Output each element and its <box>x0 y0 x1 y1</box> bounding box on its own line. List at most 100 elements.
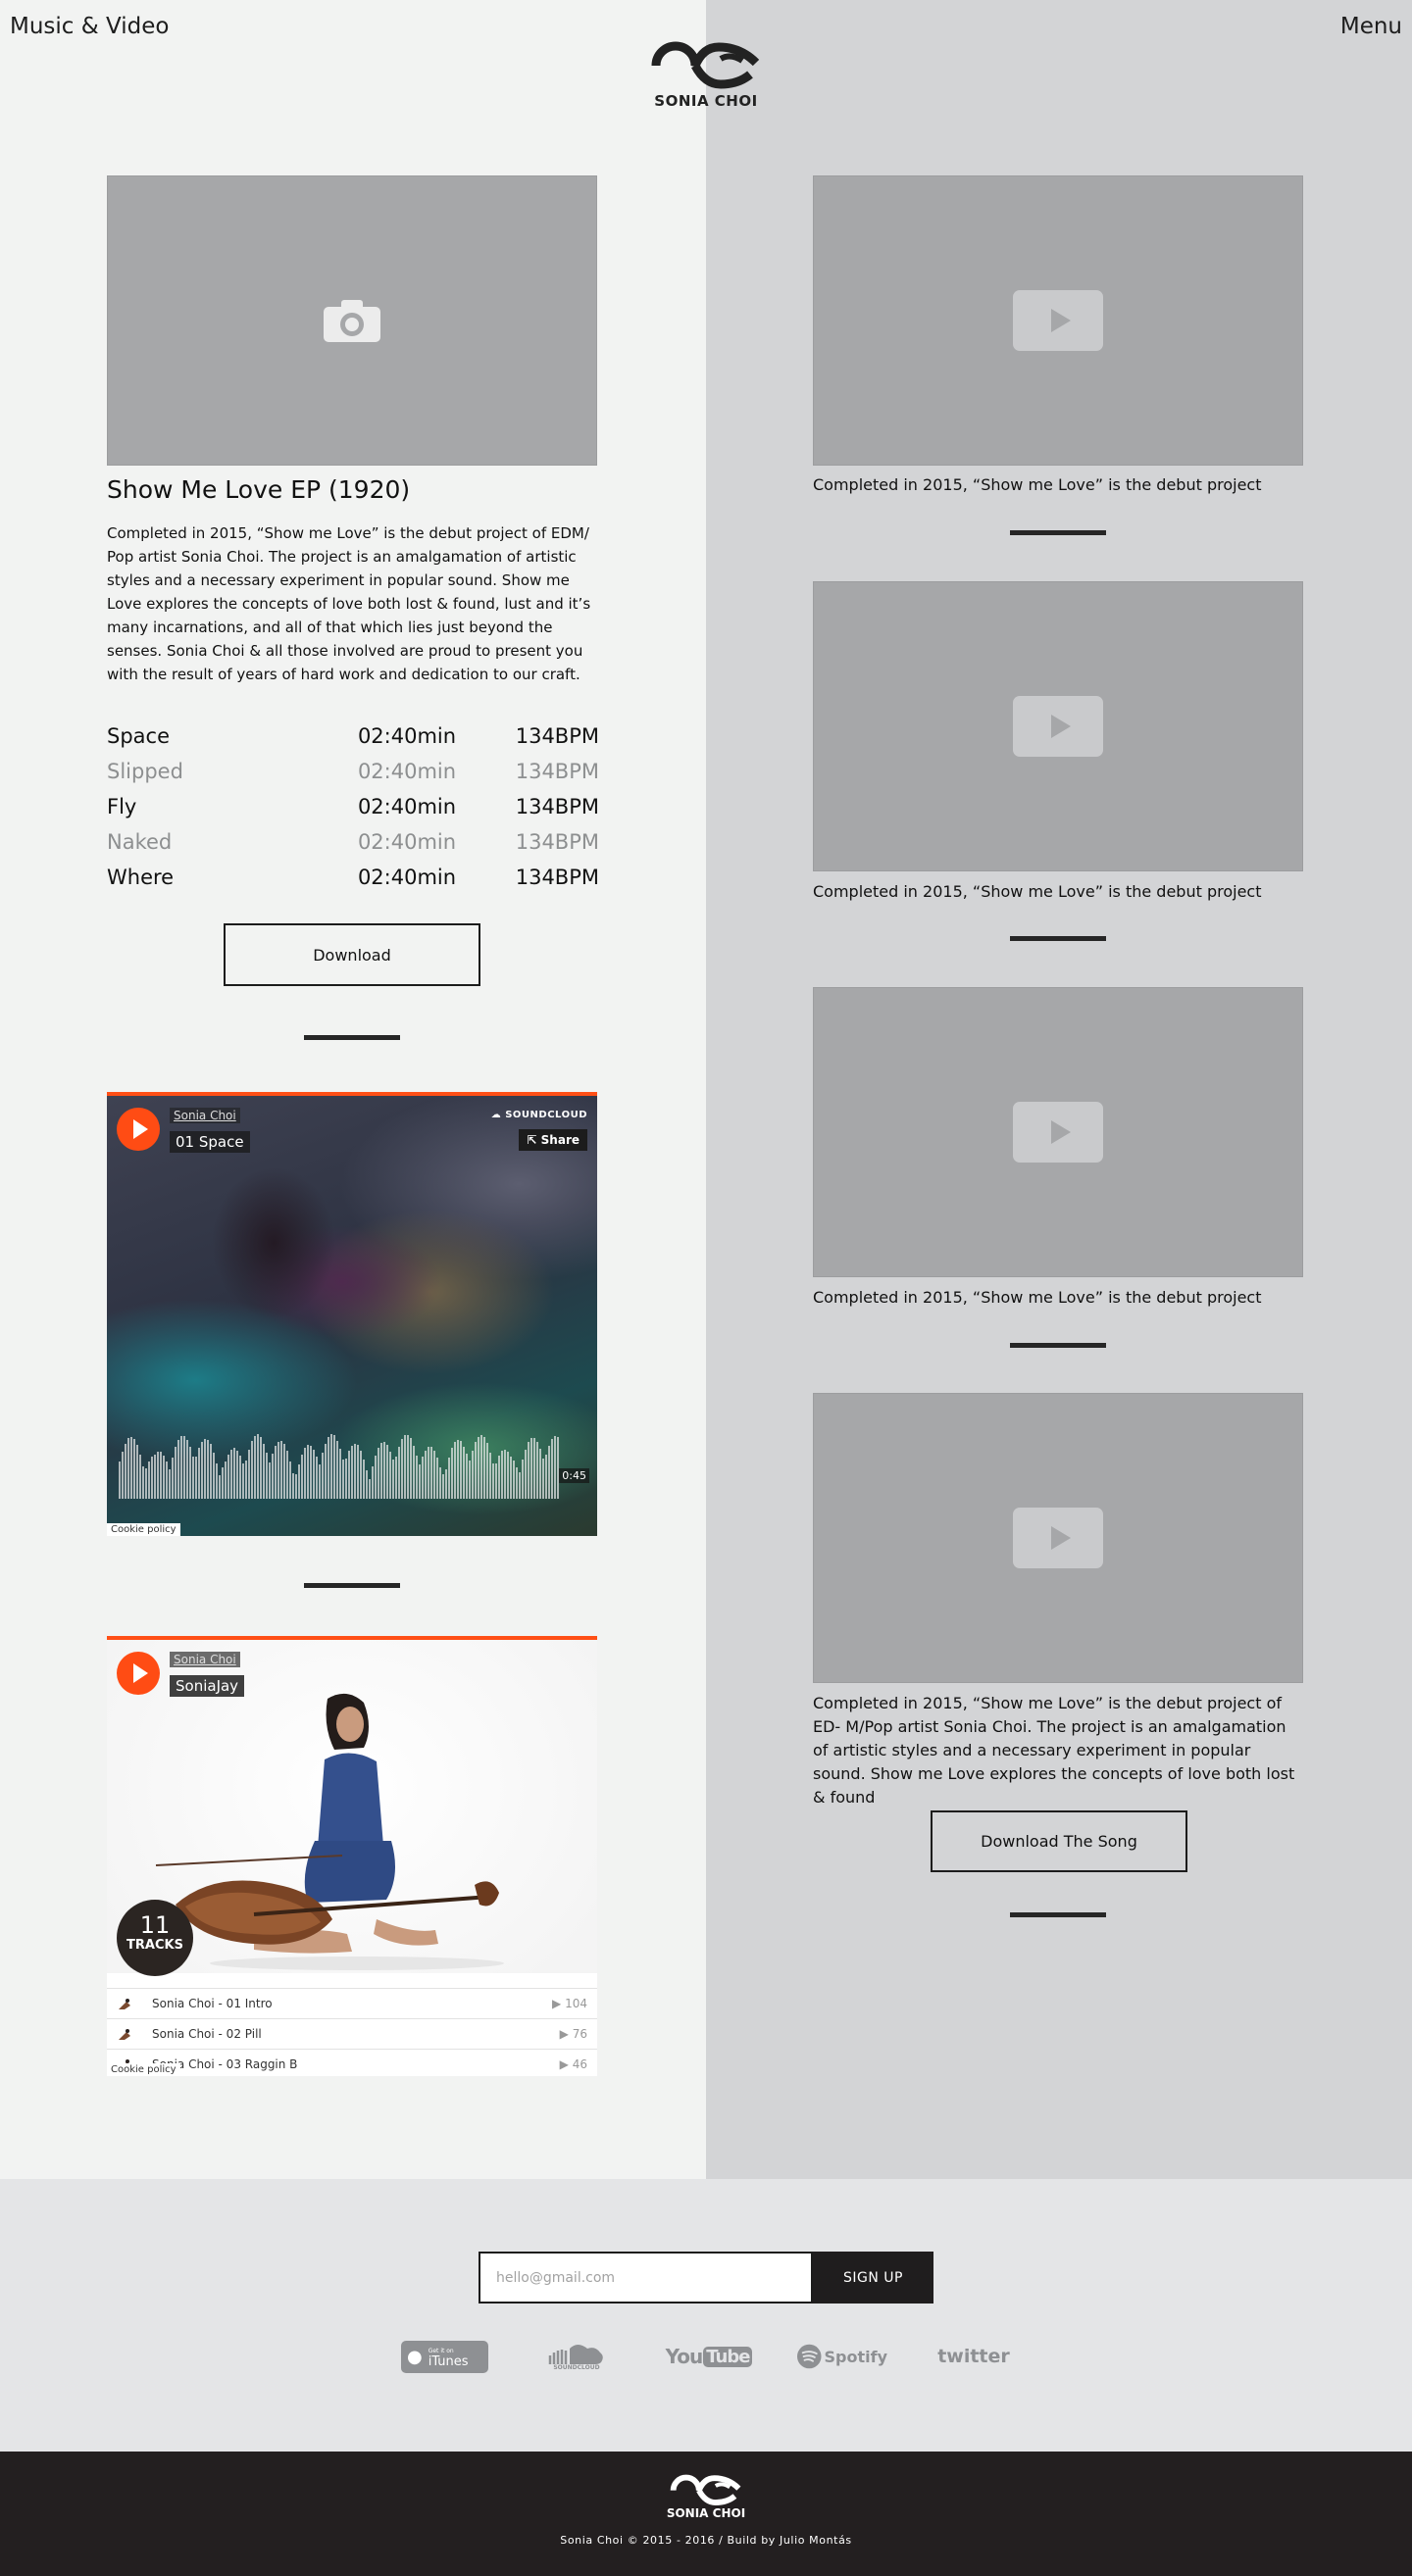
page: Music & Video Menu SONIA CHOI Show Me Lo… <box>0 0 1412 2576</box>
video-caption-2: Completed in 2015, “Show me Love” is the… <box>813 882 1262 901</box>
section-divider <box>304 1583 400 1588</box>
waveform-bar <box>360 1451 362 1499</box>
waveform-bar <box>163 1456 165 1499</box>
waveform-bar <box>375 1456 377 1499</box>
tracks-count-label: TRACKS <box>126 1938 183 1953</box>
waveform-bar <box>289 1461 291 1499</box>
track-time: 0:45 <box>559 1468 589 1483</box>
waveform-bar <box>313 1450 315 1499</box>
waveform-bar <box>413 1446 415 1499</box>
cookie-policy-link[interactable]: Cookie policy <box>107 1523 180 1536</box>
cookie-policy-link[interactable]: Cookie policy <box>107 2063 180 2076</box>
share-button[interactable]: ⇱ Share <box>519 1129 587 1151</box>
play-button[interactable] <box>117 1652 160 1695</box>
download-song-button[interactable]: Download The Song <box>931 1810 1187 1872</box>
spotify-link[interactable]: Spotify <box>797 2339 887 2374</box>
waveform-bar <box>169 1469 171 1499</box>
playlist-title[interactable]: SoniaJay <box>170 1675 245 1697</box>
playlist-track-row[interactable]: Sonia Choi - 03 Raggin B ▶ 46 <box>107 2049 597 2076</box>
video-caption-3: Completed in 2015, “Show me Love” is the… <box>813 1288 1262 1307</box>
track-title[interactable]: 01 Space <box>170 1131 250 1153</box>
menu-link[interactable]: Menu <box>1340 14 1402 39</box>
waveform-bar <box>177 1440 179 1499</box>
waveform-bar <box>351 1446 353 1499</box>
waveform-bar <box>542 1459 544 1499</box>
waveform-bar <box>130 1437 132 1499</box>
waveform-bar <box>154 1455 156 1499</box>
email-input[interactable] <box>479 2252 813 2304</box>
soundcloud-playlist-player[interactable]: Sonia Choi SoniaJay 11 TRACKS Sonia Choi… <box>107 1636 597 2076</box>
waveform-bar <box>480 1435 482 1499</box>
music-video-link[interactable]: Music & Video <box>10 14 169 39</box>
waveform-bar <box>533 1438 535 1499</box>
soundcloud-logo[interactable]: ☁ SOUNDCLOUD <box>491 1110 587 1120</box>
itunes-label: iTunes <box>428 2354 469 2369</box>
waveform-bar <box>172 1458 174 1499</box>
waveform-bar <box>233 1448 235 1499</box>
play-icon[interactable] <box>1013 1102 1103 1163</box>
track-row[interactable]: Slipped 02:40min 134BPM <box>107 754 599 789</box>
waveform-bar <box>125 1444 126 1499</box>
waveform-bar <box>216 1463 218 1499</box>
footer-logo[interactable]: SONIA CHOI <box>655 2473 757 2520</box>
youtube-link[interactable]: You Tube <box>666 2339 753 2374</box>
play-icon[interactable] <box>1013 696 1103 757</box>
play-icon[interactable] <box>1013 1508 1103 1568</box>
download-button[interactable]: Download <box>224 923 480 986</box>
artist-link[interactable]: Sonia Choi <box>170 1652 240 1667</box>
video-player-4[interactable] <box>813 1393 1303 1683</box>
track-row[interactable]: Space 02:40min 134BPM <box>107 718 599 754</box>
waveform-bar <box>122 1452 124 1499</box>
twitter-label: twitter <box>937 2346 1010 2367</box>
video-player-1[interactable] <box>813 175 1303 466</box>
play-icon[interactable] <box>1013 290 1103 351</box>
waveform-bar <box>539 1449 541 1499</box>
artist-link[interactable]: Sonia Choi <box>170 1108 240 1123</box>
video-caption-1: Completed in 2015, “Show me Love” is the… <box>813 475 1262 494</box>
waveform-bar <box>545 1455 547 1499</box>
waveform-bar <box>204 1439 206 1499</box>
track-row[interactable]: Fly 02:40min 134BPM <box>107 789 599 824</box>
itunes-link[interactable]: ● Get it on iTunes <box>401 2339 488 2374</box>
waveform-bar <box>304 1448 306 1499</box>
track-row[interactable]: Where 02:40min 134BPM <box>107 860 599 895</box>
track-name: Naked <box>107 830 173 854</box>
play-count-icon: ▶ <box>559 2027 573 2041</box>
track-name: Where <box>107 866 175 889</box>
waveform-bar <box>225 1461 227 1499</box>
waveform-bar <box>283 1444 285 1499</box>
waveform-bar <box>483 1437 485 1499</box>
waveform-bar <box>469 1461 471 1499</box>
waveform[interactable] <box>119 1430 585 1499</box>
waveform-bar <box>127 1438 129 1499</box>
twitter-link[interactable]: twitter <box>935 2339 1012 2374</box>
signup-button[interactable]: SIGN UP <box>813 2252 933 2304</box>
playlist-track-name: Sonia Choi - 02 Pill <box>152 2027 262 2041</box>
waveform-bar <box>345 1459 347 1499</box>
waveform-bar <box>395 1457 397 1499</box>
track-row[interactable]: Naked 02:40min 134BPM <box>107 824 599 860</box>
itunes-badge: ● Get it on iTunes <box>401 2340 488 2373</box>
play-count-icon: ▶ <box>559 2057 573 2071</box>
video-player-2[interactable] <box>813 581 1303 871</box>
play-button[interactable] <box>117 1108 160 1151</box>
waveform-bar <box>210 1444 212 1499</box>
section-divider <box>1010 530 1106 535</box>
waveform-bar <box>175 1447 176 1499</box>
video-player-3[interactable] <box>813 987 1303 1277</box>
album-title: Show Me Love EP (1920) <box>107 475 411 504</box>
playlist-track-row[interactable]: Sonia Choi - 01 Intro ▶ 104 <box>107 1988 597 2018</box>
waveform-bar <box>445 1469 447 1499</box>
tracks-count-badge: 11 TRACKS <box>117 1900 193 1976</box>
waveform-bar <box>530 1438 532 1499</box>
site-logo[interactable]: SONIA CHOI <box>648 39 764 110</box>
playlist-track-row[interactable]: Sonia Choi - 02 Pill ▶ 76 <box>107 2018 597 2049</box>
soundcloud-label: SOUNDCLOUD <box>553 2363 600 2371</box>
soundcloud-player[interactable]: Sonia Choi 01 Space ☁ SOUNDCLOUD ⇱ Share… <box>107 1092 597 1536</box>
waveform-bar <box>277 1442 279 1499</box>
waveform-bar <box>142 1466 144 1499</box>
track-name: Slipped <box>107 760 183 783</box>
newsletter-section <box>0 2179 1412 2452</box>
soundcloud-link[interactable]: SOUNDCLOUD <box>546 2339 607 2374</box>
waveform-bar <box>269 1462 271 1499</box>
